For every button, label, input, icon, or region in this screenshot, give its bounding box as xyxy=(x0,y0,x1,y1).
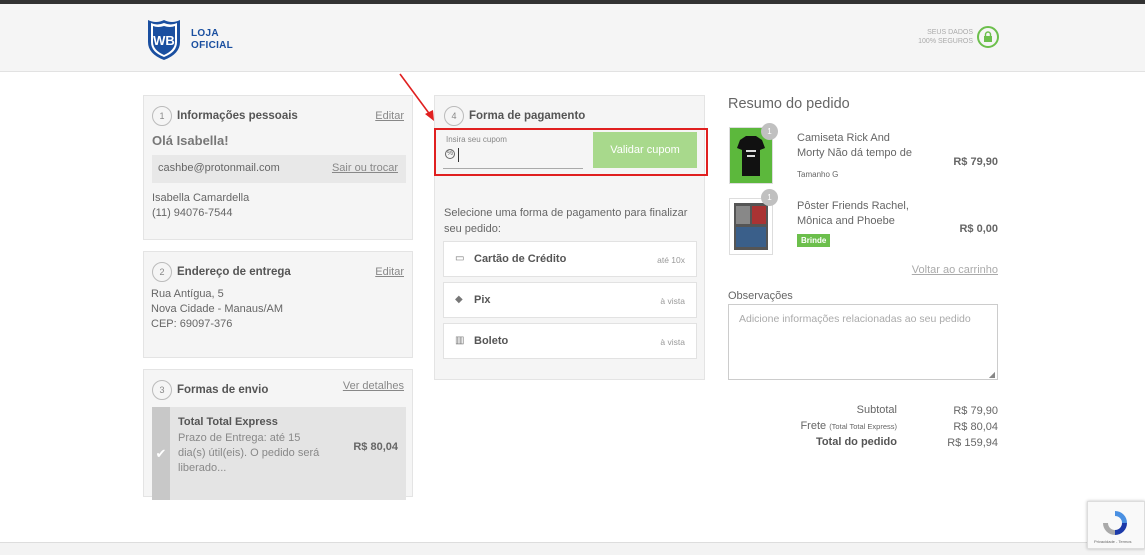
annotation-arrow xyxy=(399,73,434,121)
order-total-label: Total do pedido xyxy=(815,436,897,448)
address-line-2: Nova Cidade - Manaus/AM xyxy=(151,303,284,315)
pix-icon: ◆ xyxy=(455,294,463,305)
payment-option-note: à vista xyxy=(660,296,685,306)
credit-card-icon: ▭ xyxy=(455,253,465,264)
notes-placeholder: Adicione informações relacionadas ao seu… xyxy=(739,313,971,325)
payment-option-label: Pix xyxy=(474,294,491,306)
step-number: 3 xyxy=(152,380,172,400)
resize-handle-icon: ◢ xyxy=(988,370,995,379)
order-summary-title: Resumo do pedido xyxy=(728,96,850,112)
product-name: Camiseta Rick And Morty Não dá tempo de xyxy=(797,132,912,159)
view-details-link[interactable]: Ver detalhes xyxy=(343,380,404,392)
payment-option-label: Boleto xyxy=(474,335,509,347)
step-number: 2 xyxy=(152,262,172,282)
shipping-methods-panel: 3 Formas de envio Ver detalhes ✔ Total T… xyxy=(143,369,413,500)
gift-badge: Brinde xyxy=(797,234,831,247)
shipping-option-price: R$ 80,04 xyxy=(353,441,398,453)
recaptcha-badge[interactable]: Privacidade - Termos xyxy=(1087,501,1145,549)
product-name: Pôster Friends Rachel, Mônica and Phoebe xyxy=(797,200,909,227)
payment-option-credit-card[interactable]: ▭ Cartão de Crédito até 10x xyxy=(443,241,697,277)
product-price: R$ 79,90 xyxy=(953,156,998,168)
quantity-badge: 1 xyxy=(761,189,778,206)
shipping-value: R$ 80,04 xyxy=(953,421,998,433)
notes-textarea[interactable]: Adicione informações relacionadas ao seu… xyxy=(728,304,998,380)
edit-address-link[interactable]: Editar xyxy=(375,266,404,278)
svg-text:WB: WB xyxy=(153,33,175,48)
logo-text: LOJA OFICIAL xyxy=(191,28,234,51)
payment-option-pix[interactable]: ◆ Pix à vista xyxy=(443,282,697,318)
payment-option-boleto[interactable]: ▥ Boleto à vista xyxy=(443,323,697,359)
personal-info-title: Informações pessoais xyxy=(177,110,298,122)
payment-option-note: à vista xyxy=(660,337,685,347)
delivery-address-title: Endereço de entrega xyxy=(177,266,291,278)
payment-instruction: Selecione uma forma de pagamento para fi… xyxy=(444,207,688,235)
step-number: 4 xyxy=(444,106,464,126)
validate-coupon-button[interactable]: Validar cupom xyxy=(593,132,697,168)
back-to-cart-link[interactable]: Voltar ao carrinho xyxy=(912,264,998,276)
product-price: R$ 0,00 xyxy=(959,223,998,235)
store-logo[interactable]: WB LOJA OFICIAL xyxy=(146,18,233,62)
address-line-1: Rua Antígua, 5 xyxy=(151,288,224,300)
shipping-option[interactable]: ✔ Total Total Express Prazo de Entrega: … xyxy=(152,407,406,500)
personal-info-panel: 1 Informações pessoais Editar Olá Isabel… xyxy=(143,95,413,240)
product-variant: Tamanho G xyxy=(797,170,839,179)
coupon-input[interactable]: % xyxy=(443,143,583,169)
shipping-methods-title: Formas de envio xyxy=(177,384,269,396)
payment-option-label: Cartão de Crédito xyxy=(474,253,567,265)
subtotal-label: Subtotal xyxy=(856,404,897,416)
greeting: Olá Isabella! xyxy=(152,133,229,148)
step-number: 1 xyxy=(152,106,172,126)
lock-icon xyxy=(977,26,999,48)
footer-bar xyxy=(0,542,1145,555)
product-thumbnail-poster xyxy=(729,198,773,255)
order-total-value: R$ 159,94 xyxy=(947,437,998,449)
secure-badge: SEUS DADOS 100% SEGUROS xyxy=(918,26,999,48)
site-header: WB LOJA OFICIAL SEUS DADOS 100% SEGUROS xyxy=(0,4,1145,72)
quantity-badge: 1 xyxy=(761,123,778,140)
email-box: cashbe@protonmail.com Sair ou trocar xyxy=(152,155,406,183)
payment-option-note: até 10x xyxy=(657,255,685,265)
wb-shield-icon: WB xyxy=(148,20,180,60)
customer-phone: (11) 94076-7544 xyxy=(152,207,233,219)
subtotal-value: R$ 79,90 xyxy=(953,405,998,417)
coupon-icon: % xyxy=(445,149,455,159)
payment-title: Forma de pagamento xyxy=(469,110,586,122)
delivery-address-panel: 2 Endereço de entrega Editar Rua Antígua… xyxy=(143,251,413,358)
shipping-label: Frete (Total Total Express) xyxy=(800,420,897,432)
recaptcha-icon xyxy=(1103,511,1127,535)
email-text: cashbe@protonmail.com xyxy=(158,162,280,174)
switch-account-link[interactable]: Sair ou trocar xyxy=(332,162,398,174)
coupon-highlight: Insira seu cupom % Validar cupom xyxy=(434,128,708,176)
check-icon: ✔ xyxy=(152,407,170,500)
customer-name: Isabella Camardella xyxy=(152,192,250,204)
recaptcha-text[interactable]: Privacidade - Termos xyxy=(1094,539,1132,544)
barcode-icon: ▥ xyxy=(455,335,465,346)
address-postcode: CEP: 69097-376 xyxy=(151,318,233,330)
text-cursor xyxy=(458,148,459,162)
shipping-option-description: Prazo de Entrega: até 15 dia(s) útil(eis… xyxy=(178,432,320,474)
notes-label: Observações xyxy=(728,290,793,302)
shipping-option-name: Total Total Express xyxy=(178,416,278,428)
